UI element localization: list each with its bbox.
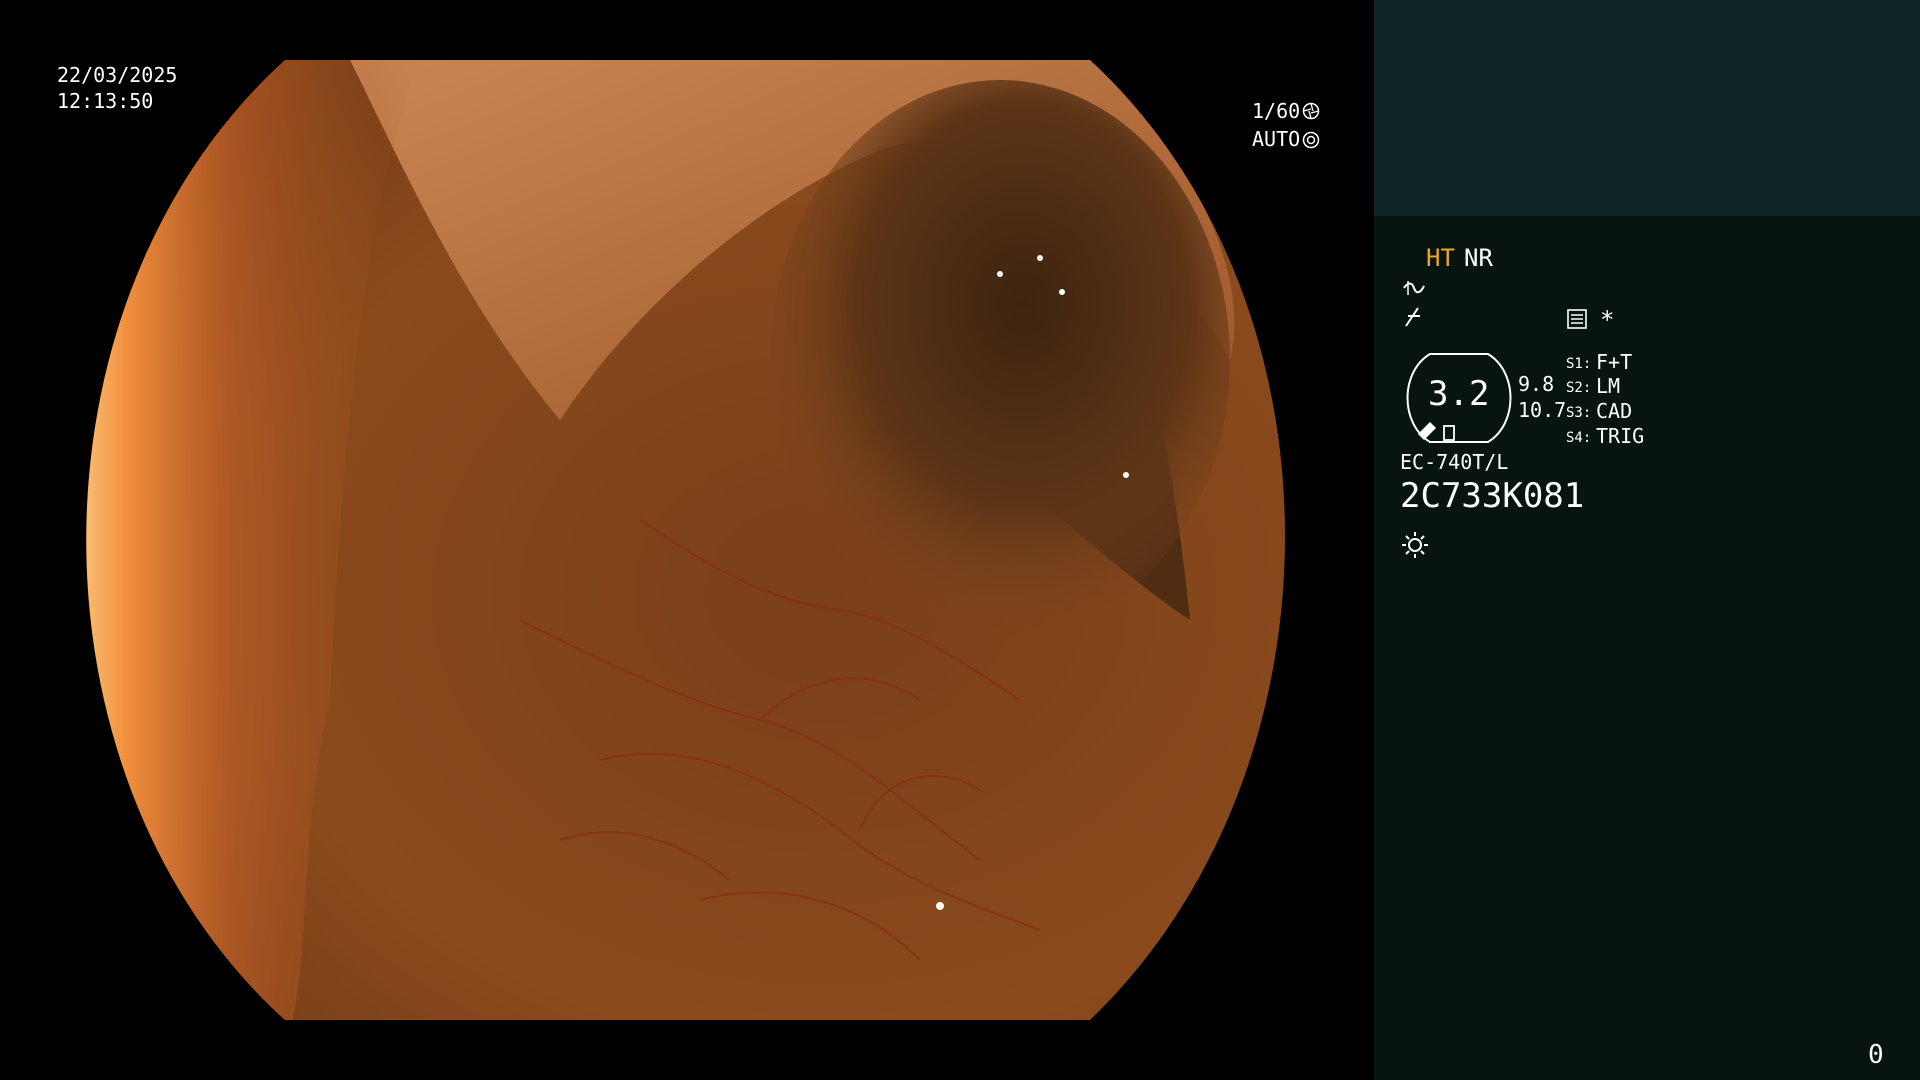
endoscopic-view <box>86 60 1285 1020</box>
switch-value: F+T <box>1596 350 1633 374</box>
side-panel: HT NR * 3.2 9.8 10.7 S1: F+T S2: LM S3: … <box>1374 0 1920 1080</box>
iris-mode: AUTO <box>1252 127 1301 151</box>
exam-time: 12:13:50 <box>57 89 154 113</box>
frame-counter: 0 <box>1868 1040 1884 1070</box>
ht-mode: HT <box>1426 244 1455 272</box>
color-tone-icon <box>1405 307 1420 327</box>
switch-key: S4: <box>1566 430 1592 446</box>
scope-serial: 2C733K081 <box>1400 476 1585 516</box>
exam-date: 22/03/2025 <box>57 63 178 87</box>
endoscope-image: 22/03/2025 12:13:50 1/60 AUTO <box>0 0 1374 1080</box>
aperture-icon <box>1302 102 1320 120</box>
switch-value: LM <box>1596 374 1621 398</box>
structure-enhance-icon <box>1403 281 1425 295</box>
switch-value: CAD <box>1596 399 1633 423</box>
zoom-upper-value: 9.8 <box>1518 372 1555 396</box>
switch-key: S3: <box>1566 405 1592 421</box>
light-icon <box>1402 532 1428 558</box>
switch-value: TRIG <box>1596 424 1645 448</box>
scope-model: EC-740T/L <box>1400 450 1509 474</box>
switch-key: S2: <box>1566 380 1592 396</box>
zoom-value: 3.2 <box>1428 374 1490 414</box>
switch-key: S1: <box>1566 356 1592 372</box>
side-panel-header <box>1374 0 1920 216</box>
asterisk-indicator: * <box>1600 306 1615 334</box>
zoom-lower-value: 10.7 <box>1518 398 1567 422</box>
ring-icon <box>1302 131 1320 149</box>
shutter-speed: 1/60 <box>1252 99 1301 123</box>
memory-icon <box>1567 309 1587 329</box>
nr-mode: NR <box>1464 244 1493 272</box>
